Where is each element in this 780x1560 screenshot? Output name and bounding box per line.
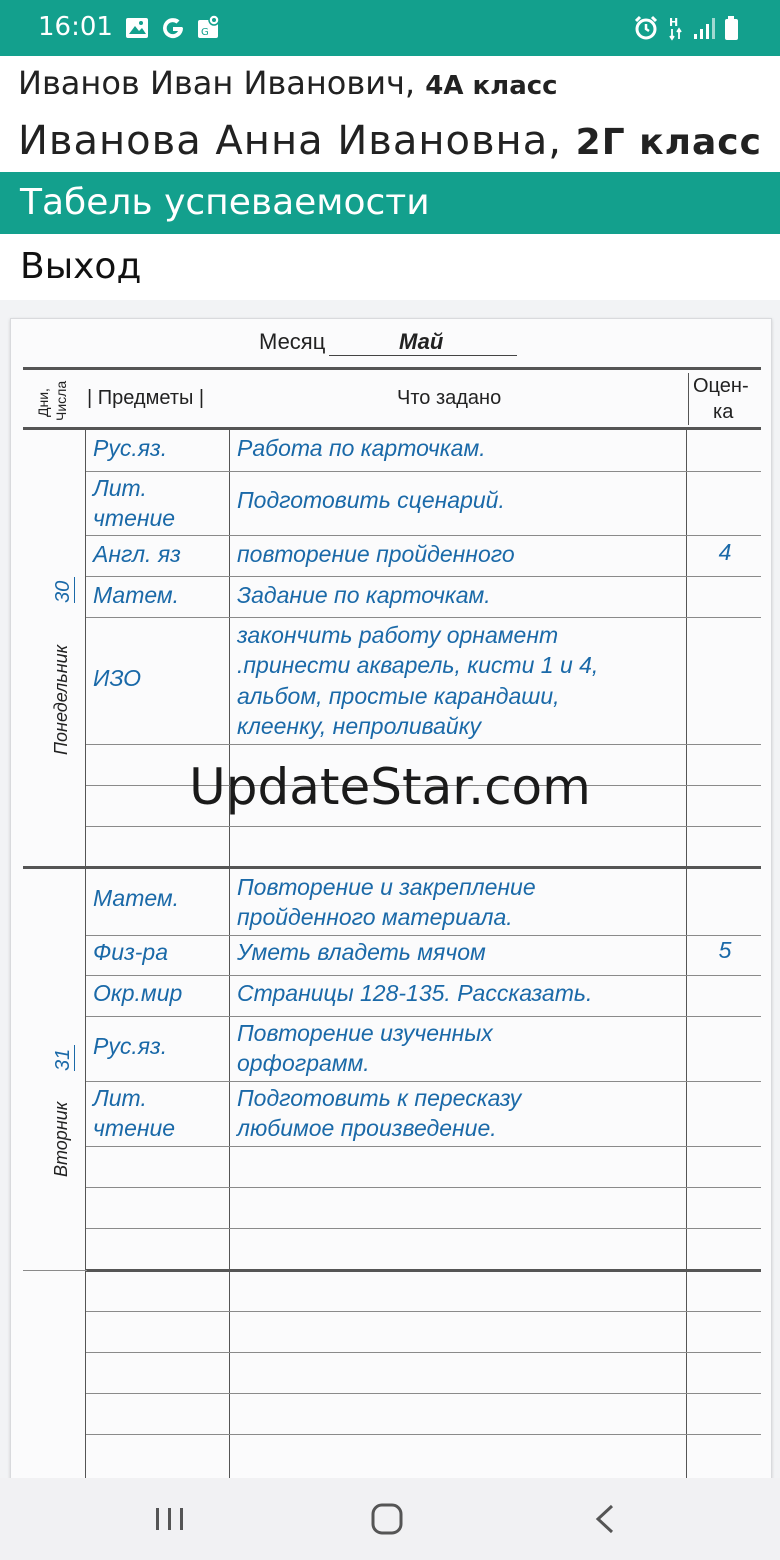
row-line xyxy=(86,1352,761,1353)
row-line xyxy=(86,1311,761,1312)
task-cell: Работа по карточкам. xyxy=(237,435,486,461)
row-line xyxy=(86,535,761,536)
task-cell-line2: пройденного материала. xyxy=(237,904,513,930)
network-h-icon: H xyxy=(669,16,682,41)
subject-cell: Окр.мир xyxy=(93,980,183,1006)
header-grade-line1: Оцен- xyxy=(693,375,749,397)
row-line xyxy=(86,935,761,936)
day-divider xyxy=(86,1269,761,1272)
task-cell: Уметь владеть мячом xyxy=(237,939,486,965)
day-number-underline xyxy=(74,577,75,603)
subject-cell-line2: чтение xyxy=(93,1115,176,1141)
grid-line-grade xyxy=(686,429,687,1479)
image-icon xyxy=(126,18,148,38)
battery-icon xyxy=(725,16,738,40)
subject-cell: Матем. xyxy=(93,582,180,608)
menu-item-label: Табель успеваемости xyxy=(20,182,430,223)
header-subjects: | Предметы | xyxy=(87,387,205,409)
header-days-line2: Числа xyxy=(53,380,69,421)
grid-line-days xyxy=(85,429,86,1479)
row-line xyxy=(86,1187,761,1188)
signal-icon xyxy=(694,18,715,39)
student-name: Иванов Иван Иванович, xyxy=(18,64,416,102)
header-divider xyxy=(688,373,689,425)
student-item-2[interactable]: Иванова Анна Ивановна, 2Г класс xyxy=(18,118,780,164)
alarm-icon xyxy=(634,15,658,40)
subject-cell-line2: чтение xyxy=(93,505,176,531)
subject-cell: Физ-ра xyxy=(93,939,169,965)
maps-icon: G xyxy=(198,14,220,38)
row-line xyxy=(86,1081,761,1082)
subject-cell: Рус.яз. xyxy=(93,1033,168,1059)
row-line xyxy=(86,1393,761,1394)
task-cell: повторение пройденного xyxy=(237,541,515,567)
subject-cell: ИЗО xyxy=(93,665,141,691)
task-cell: Страницы 128-135. Рассказать. xyxy=(237,980,593,1006)
subject-cell: Рус.яз. xyxy=(93,435,168,461)
task-cell-line2: орфограмм. xyxy=(237,1050,370,1076)
row-line xyxy=(86,744,761,745)
day-number: 31 xyxy=(52,1048,74,1071)
recents-icon[interactable] xyxy=(140,1498,200,1540)
day-divider xyxy=(23,866,761,869)
grid-line-subjects xyxy=(229,429,230,1479)
month-value: Май xyxy=(399,329,444,354)
header-task: Что задано xyxy=(397,387,502,409)
task-cell: Подготовить сценарий. xyxy=(237,487,505,513)
task-cell: Повторение и закрепление xyxy=(237,874,536,900)
row-line xyxy=(86,1146,761,1147)
task-cell-line2: любимое произведение. xyxy=(237,1115,497,1141)
table-top-border xyxy=(23,367,761,370)
task-cell: закончить работу орнамент xyxy=(237,622,559,648)
google-icon xyxy=(163,18,184,39)
day-number: 30 xyxy=(52,580,74,603)
header-bottom-border xyxy=(23,427,761,430)
row-line xyxy=(86,826,761,827)
student-item-1[interactable]: Иванов Иван Иванович, 4А класс xyxy=(18,64,780,102)
student-class: 2Г класс xyxy=(575,122,762,163)
month-label: Месяц xyxy=(259,329,326,354)
grade-cell: 5 xyxy=(718,937,732,963)
day-divider-left xyxy=(23,1270,87,1271)
row-line xyxy=(86,471,761,472)
svg-text:H: H xyxy=(669,16,678,29)
subject-cell: Лит. xyxy=(93,1085,147,1111)
task-cell: Подготовить к пересказу xyxy=(237,1085,522,1111)
row-line xyxy=(86,975,761,976)
back-icon[interactable] xyxy=(576,1498,636,1540)
header-grade-line2: ка xyxy=(713,401,734,423)
row-line xyxy=(86,1434,761,1435)
app-menu: Иванов Иван Иванович, 4А класс Иванова А… xyxy=(0,56,780,300)
row-line xyxy=(86,576,761,577)
menu-item-exit[interactable]: Выход xyxy=(20,246,141,287)
task-cell-line2: .принести акварель, кисти 1 и 4, xyxy=(237,652,599,678)
day-number-underline xyxy=(74,1045,75,1071)
status-time: 16:01 xyxy=(38,12,113,42)
watermark: UpdateStar.com xyxy=(189,758,591,816)
month-underline xyxy=(329,355,517,356)
subject-cell: Лит. xyxy=(93,475,147,501)
home-icon[interactable] xyxy=(357,1498,417,1540)
row-line xyxy=(86,1016,761,1017)
menu-item-tabel[interactable]: Табель успеваемости xyxy=(0,172,780,234)
row-line xyxy=(86,617,761,618)
header-days-line1: Дни, xyxy=(35,388,51,417)
diary-page: Месяц Май Дни, Числа | Предметы | Что за… xyxy=(10,318,772,1480)
subject-cell: Англ. яз xyxy=(93,541,181,567)
header-days: Дни, Числа xyxy=(31,373,75,425)
day-name: Понедельник xyxy=(51,644,71,755)
svg-text:G: G xyxy=(201,27,209,38)
row-line xyxy=(86,1228,761,1229)
day-name: Вторник xyxy=(51,1101,71,1177)
task-cell-line4: клеенку, непроливайку xyxy=(237,713,482,739)
student-class: 4А класс xyxy=(425,71,558,101)
grade-cell: 4 xyxy=(718,539,732,565)
subject-cell: Матем. xyxy=(93,885,180,911)
student-name: Иванова Анна Ивановна, xyxy=(18,118,562,164)
task-cell: Задание по карточкам. xyxy=(237,582,491,608)
status-bar: 16:01 G H xyxy=(0,0,780,56)
navigation-bar xyxy=(0,1478,780,1560)
task-cell-line3: альбом, простые карандаши, xyxy=(237,683,560,709)
task-cell: Повторение изученных xyxy=(237,1020,493,1046)
